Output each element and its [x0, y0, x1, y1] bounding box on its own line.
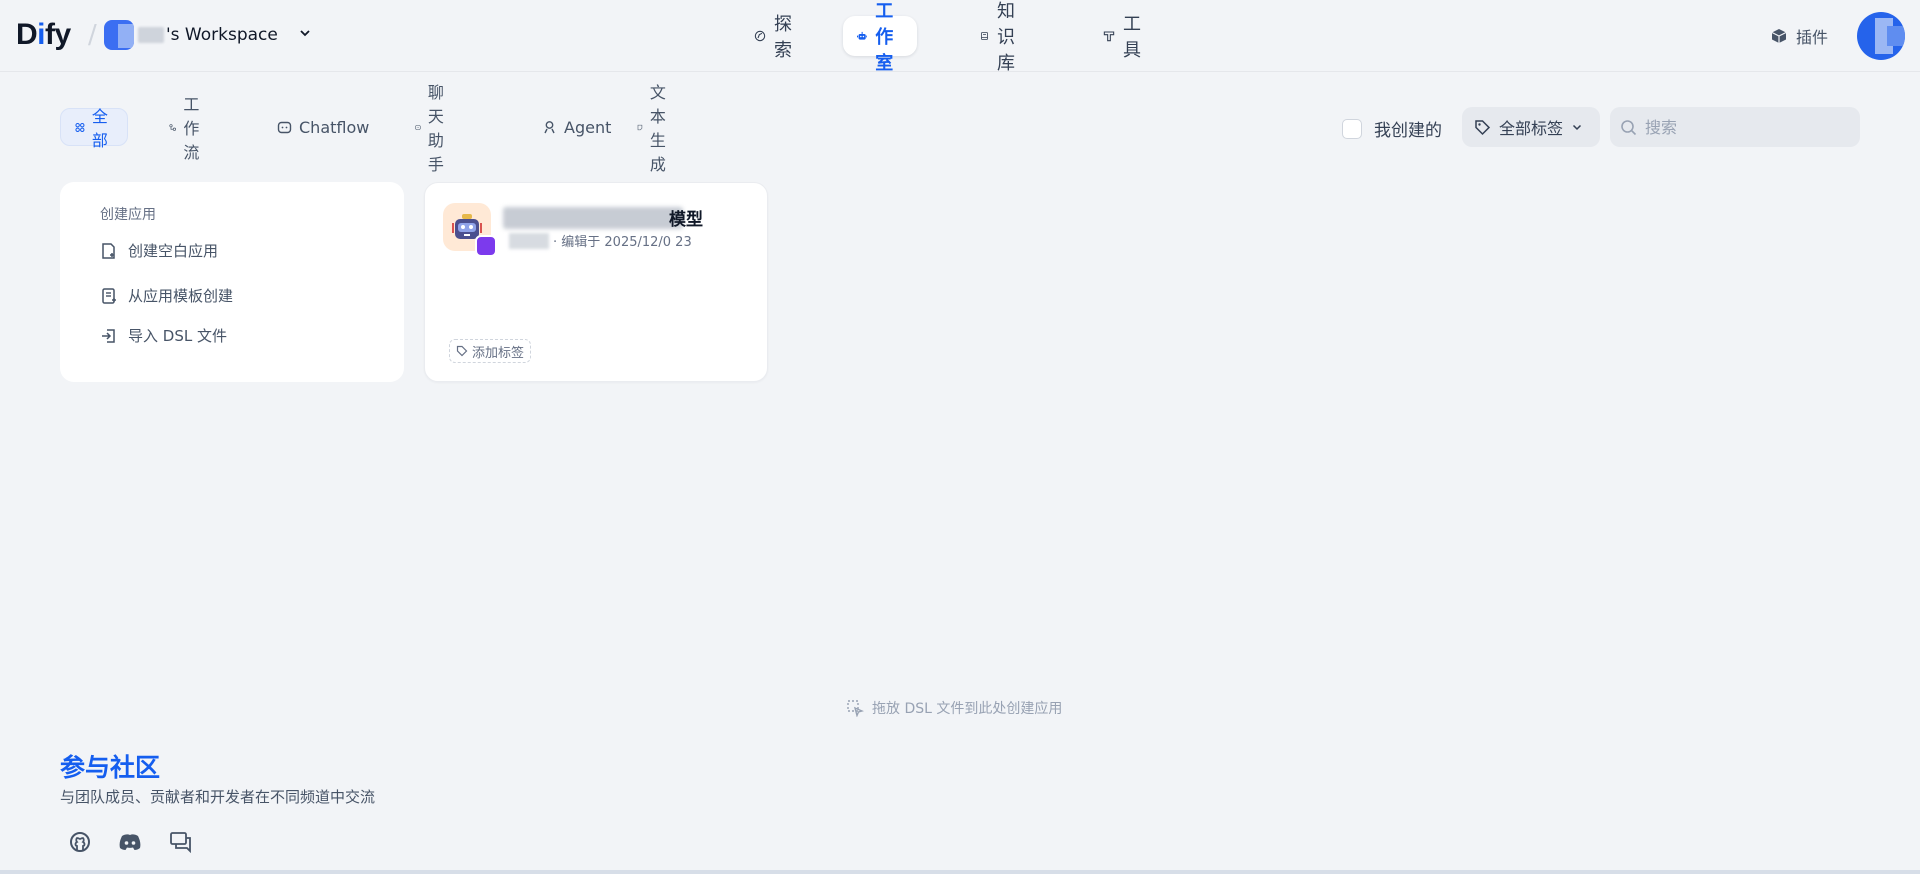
create-from-template-label: 从应用模板创建: [128, 287, 234, 305]
tab-text-generation[interactable]: 文本生成: [623, 83, 689, 174]
compass-icon: [754, 30, 766, 42]
github-link[interactable]: [66, 828, 94, 856]
workspace-avatar[interactable]: [104, 20, 134, 50]
template-icon: [102, 287, 116, 304]
agent-icon: [544, 120, 555, 133]
logo-highlight: i: [37, 18, 46, 51]
hammer-icon: [1103, 31, 1115, 42]
tag-icon: [456, 345, 468, 357]
robot-icon: [857, 31, 868, 40]
created-by-me-checkbox[interactable]: [1342, 118, 1362, 139]
chevron-down-icon: [1572, 124, 1582, 131]
plugins-label: 插件: [1796, 28, 1829, 47]
tab-workflow[interactable]: 工作流: [155, 95, 221, 162]
search-icon: [1621, 119, 1637, 135]
create-blank-app-button[interactable]: 创建空白应用: [100, 240, 218, 261]
logo-suffix: fy: [45, 18, 71, 51]
logo-prefix: D: [16, 18, 38, 51]
create-from-template-button[interactable]: 从应用模板创建: [100, 285, 233, 306]
grid-icon: [75, 122, 85, 132]
tab-label: 全部: [91, 107, 108, 150]
tab-chatflow[interactable]: Chatflow: [263, 108, 383, 146]
import-dsl-label: 导入 DSL 文件: [128, 327, 227, 345]
tab-label: 文本生成: [649, 83, 666, 174]
search-box[interactable]: [1610, 107, 1860, 147]
create-blank-app-label: 创建空白应用: [128, 242, 219, 260]
add-tag-label: 添加标签: [472, 345, 525, 361]
dify-logo[interactable]: Dify: [16, 18, 71, 52]
nav-knowledge[interactable]: 知识库: [966, 1, 1038, 74]
created-by-me-label: 我创建的: [1374, 121, 1442, 141]
plugins-button[interactable]: 插件: [1770, 24, 1828, 48]
workflow-icon: [169, 123, 176, 131]
tab-label: 聊天助手: [427, 83, 444, 174]
create-app-card: 创建应用 创建空白应用 从应用模板创建 导入 DSL 文件: [60, 182, 404, 382]
app-name: 模型: [669, 210, 703, 230]
app-author-redacted: [509, 233, 549, 249]
nav-label: 知识库: [997, 1, 1015, 74]
tab-all[interactable]: 全部: [60, 107, 129, 150]
forum-chat-icon: [170, 832, 191, 853]
github-icon: [70, 832, 90, 852]
add-tag-button[interactable]: 添加标签: [449, 339, 532, 363]
tab-label: Chatflow: [299, 117, 370, 137]
tag-filter-label: 全部标签: [1499, 119, 1564, 138]
workspace-name-redacted: [138, 27, 164, 43]
chevron-down-icon[interactable]: [298, 26, 312, 40]
cube-icon: [1771, 29, 1787, 43]
user-avatar[interactable]: [1857, 12, 1905, 60]
import-icon: [102, 328, 115, 343]
drop-dsl-hint-text: 拖放 DSL 文件到此处创建应用: [872, 701, 1063, 717]
nav-label: 探索: [774, 14, 792, 61]
community-subtitle: 与团队成员、贡献者和开发者在不同频道中交流: [60, 788, 376, 806]
nav-label: 工具: [1123, 14, 1141, 61]
bottom-border: [0, 870, 1920, 874]
new-file-icon: [102, 242, 115, 259]
community-title: 参与社区: [60, 753, 161, 782]
separator-slash: /: [88, 20, 97, 50]
app-card[interactable]: 模型 · 编辑于 2025/12/0 23 添加标签: [424, 182, 768, 382]
note-icon: [637, 124, 643, 130]
drop-dsl-hint: 拖放 DSL 文件到此处创建应用: [846, 698, 1062, 718]
tab-agent[interactable]: Agent: [528, 108, 625, 146]
tab-label: Agent: [564, 117, 612, 137]
create-app-title: 创建应用: [100, 207, 156, 223]
workspace-name[interactable]: 's Workspace: [166, 25, 278, 45]
tag-filter-dropdown[interactable]: 全部标签: [1462, 107, 1600, 147]
tab-label: 工作流: [183, 95, 200, 162]
chat-bubble-icon: [277, 121, 292, 133]
chat-bubble-icon: [415, 124, 421, 130]
created-by-me-filter[interactable]: 我创建的: [1342, 116, 1442, 141]
import-dsl-button[interactable]: 导入 DSL 文件: [100, 325, 227, 346]
tag-icon: [1475, 119, 1491, 135]
search-input[interactable]: [1645, 117, 1845, 137]
book-icon: [981, 32, 988, 40]
top-bar: Dify / 's Workspace 探索 工作室 知识库 工具 插件: [0, 0, 1920, 74]
drag-drop-icon: [847, 700, 864, 717]
chat-assistant-badge-icon: [475, 235, 497, 257]
app-edited-time: · 编辑于 2025/12/0 23: [553, 235, 692, 250]
discord-link[interactable]: [116, 828, 144, 856]
tab-chat-assistant[interactable]: 聊天助手: [401, 83, 467, 174]
nav-label: 工作室: [875, 1, 894, 74]
nav-studio[interactable]: 工作室: [843, 1, 917, 74]
discord-icon: [119, 834, 141, 850]
forum-link[interactable]: [167, 828, 195, 856]
nav-explore[interactable]: 探索: [740, 14, 812, 61]
nav-tools[interactable]: 工具: [1089, 14, 1161, 61]
